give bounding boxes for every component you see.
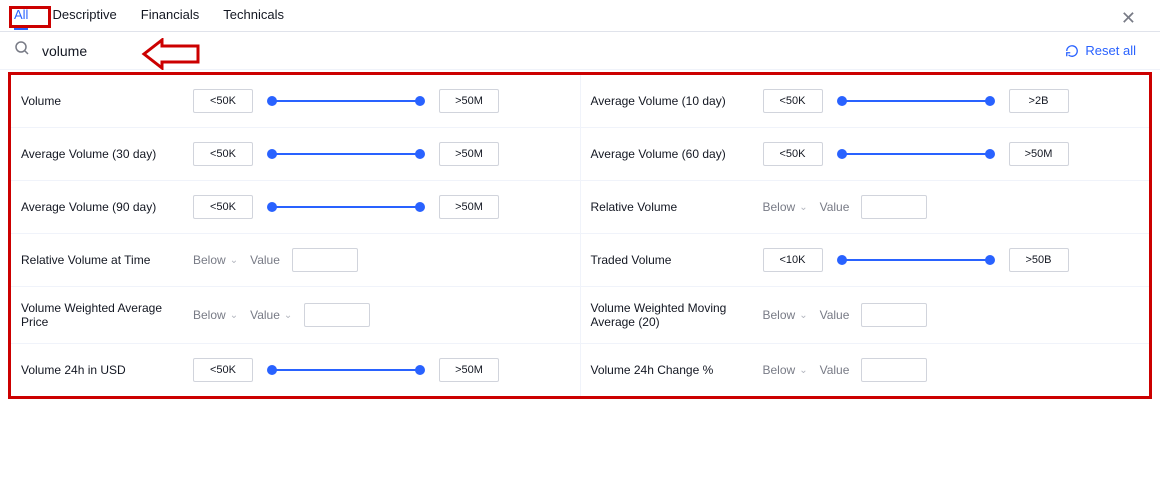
chevron-down-icon: ⌄	[799, 310, 807, 321]
filter-avg90: Average Volume (90 day) <50K >50M	[11, 181, 581, 233]
tab-descriptive[interactable]: Descriptive	[52, 1, 116, 30]
filter-label: Average Volume (10 day)	[591, 94, 751, 108]
max-input[interactable]: >50M	[439, 195, 499, 219]
value-input[interactable]	[861, 358, 927, 382]
filter-label: Volume Weighted Average Price	[21, 301, 181, 329]
range-slider[interactable]	[271, 205, 421, 209]
filter-label: Volume 24h in USD	[21, 363, 181, 377]
filter-label: Volume 24h Change %	[591, 363, 751, 377]
min-input[interactable]: <50K	[193, 142, 253, 166]
close-icon[interactable]: ✕	[1121, 8, 1136, 29]
min-input[interactable]: <50K	[193, 358, 253, 382]
filter-avg60: Average Volume (60 day) <50K >50M	[581, 128, 1150, 180]
below-dropdown[interactable]: Below⌄	[763, 363, 808, 377]
max-input[interactable]: >50M	[439, 142, 499, 166]
max-input[interactable]: >50M	[1009, 142, 1069, 166]
range-slider[interactable]	[271, 368, 421, 372]
filter-label: Volume	[21, 94, 181, 108]
search-row: Reset all	[0, 32, 1160, 70]
below-dropdown[interactable]: Below⌄	[763, 308, 808, 322]
tab-financials[interactable]: Financials	[141, 1, 200, 30]
reset-all-button[interactable]: Reset all	[1065, 43, 1136, 58]
filter-vwma: Volume Weighted Moving Average (20) Belo…	[581, 287, 1150, 343]
filter-label: Average Volume (60 day)	[591, 147, 751, 161]
filter-volume: Volume <50K >50M	[11, 75, 581, 127]
value-dropdown[interactable]: Value	[820, 363, 850, 377]
chevron-down-icon: ⌄	[230, 255, 238, 266]
search-icon	[14, 40, 30, 61]
range-slider[interactable]	[841, 99, 991, 103]
value-input[interactable]	[861, 195, 927, 219]
value-dropdown[interactable]: Value	[820, 200, 850, 214]
filter-relvolt: Relative Volume at Time Below⌄ Value	[11, 234, 581, 286]
max-input[interactable]: >50M	[439, 358, 499, 382]
tab-technicals[interactable]: Technicals	[223, 1, 284, 30]
range-slider[interactable]	[271, 99, 421, 103]
range-slider[interactable]	[841, 258, 991, 262]
chevron-down-icon: ⌄	[230, 310, 238, 321]
filter-label: Traded Volume	[591, 253, 751, 267]
filter-label: Relative Volume	[591, 200, 751, 214]
filter-label: Average Volume (90 day)	[21, 200, 181, 214]
value-dropdown[interactable]: Value	[820, 308, 850, 322]
arrow-left-icon	[140, 38, 200, 70]
filter-relvol: Relative Volume Below⌄ Value	[581, 181, 1150, 233]
filter-v24: Volume 24h in USD <50K >50M	[11, 344, 581, 396]
filter-traded: Traded Volume <10K >50B	[581, 234, 1150, 286]
min-input[interactable]: <50K	[193, 195, 253, 219]
value-input[interactable]	[304, 303, 370, 327]
reset-icon	[1065, 44, 1079, 58]
range-slider[interactable]	[841, 152, 991, 156]
value-dropdown[interactable]: Value⌄	[250, 308, 292, 322]
filter-grid: Volume <50K >50M Average Volume (10 day)…	[8, 72, 1152, 399]
max-input[interactable]: >50B	[1009, 248, 1069, 272]
below-dropdown[interactable]: Below⌄	[193, 308, 238, 322]
chevron-down-icon: ⌄	[799, 365, 807, 376]
filter-avg30: Average Volume (30 day) <50K >50M	[11, 128, 581, 180]
min-input[interactable]: <50K	[193, 89, 253, 113]
filter-vwap: Volume Weighted Average Price Below⌄ Val…	[11, 287, 581, 343]
min-input[interactable]: <50K	[763, 89, 823, 113]
tab-all[interactable]: All	[14, 1, 28, 30]
filter-label: Volume Weighted Moving Average (20)	[591, 301, 751, 329]
below-dropdown[interactable]: Below⌄	[193, 253, 238, 267]
chevron-down-icon: ⌄	[799, 202, 807, 213]
max-input[interactable]: >2B	[1009, 89, 1069, 113]
filter-label: Average Volume (30 day)	[21, 147, 181, 161]
filter-avg10: Average Volume (10 day) <50K >2B	[581, 75, 1150, 127]
max-input[interactable]: >50M	[439, 89, 499, 113]
filter-v24c: Volume 24h Change % Below⌄ Value	[581, 344, 1150, 396]
value-input[interactable]	[861, 303, 927, 327]
chevron-down-icon: ⌄	[284, 310, 292, 321]
value-input[interactable]	[292, 248, 358, 272]
range-slider[interactable]	[271, 152, 421, 156]
min-input[interactable]: <10K	[763, 248, 823, 272]
value-dropdown[interactable]: Value	[250, 253, 280, 267]
tab-bar: All Descriptive Financials Technicals ✕	[0, 0, 1160, 32]
filter-label: Relative Volume at Time	[21, 253, 181, 267]
below-dropdown[interactable]: Below⌄	[763, 200, 808, 214]
min-input[interactable]: <50K	[763, 142, 823, 166]
